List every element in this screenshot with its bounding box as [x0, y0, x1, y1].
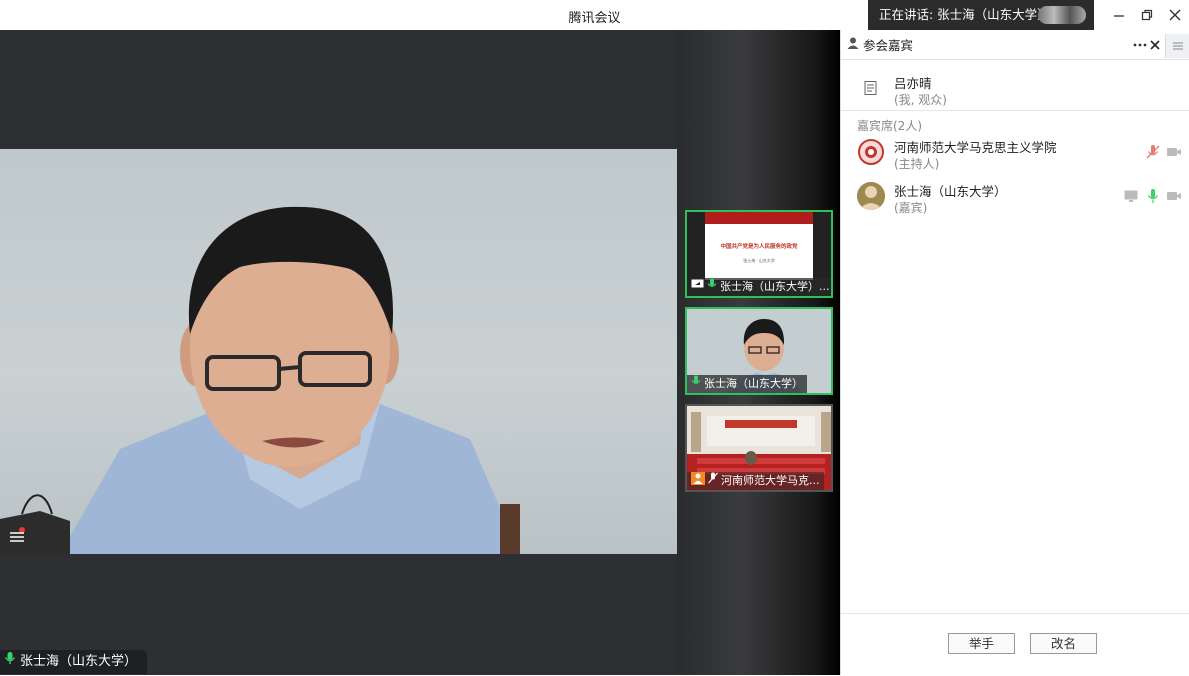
minimize-icon[interactable]	[1109, 5, 1129, 25]
thumbnail-name: 张士海（山东大学）	[704, 377, 803, 390]
speaker-label: 张士海（山东大学）	[0, 650, 148, 674]
mic-icon	[707, 278, 717, 296]
menu-icon[interactable]	[1165, 34, 1189, 58]
participants-panel: 参会嘉宾 吕亦晴 (我, 观众) 嘉宾席(2人) 河南师范大学马克思主义学院 (…	[840, 30, 1189, 675]
participant-role: (主持人)	[894, 157, 940, 171]
mic-muted-icon	[708, 472, 718, 490]
stage-menu-icon[interactable]	[8, 525, 28, 545]
person-badge-icon	[691, 472, 705, 490]
mic-icon	[691, 375, 701, 393]
speaker-video-image	[0, 206, 520, 554]
thumbnail-label-bar: 张士海（山东大学）...	[687, 278, 831, 296]
thumbnail-label-bar: 河南师范大学马克...	[687, 472, 824, 490]
speaking-avatar-blur	[1038, 6, 1086, 24]
participant-row[interactable]: 河南师范大学马克思主义学院 (主持人)	[841, 134, 1189, 178]
participant-row[interactable]: 张士海（山东大学） (嘉宾)	[841, 178, 1189, 222]
panel-footer: 举手 改名	[841, 613, 1189, 675]
participant-name: 张士海（山东大学）	[894, 184, 1007, 199]
self-participant-row[interactable]: 吕亦晴 (我, 观众)	[841, 60, 1189, 111]
slide-subtitle: 张士海 · 山东大学	[743, 258, 775, 263]
participant-name: 吕亦晴	[894, 76, 932, 91]
audience-avatar-icon	[863, 80, 879, 99]
shared-slide: 中国共产党是为人民服务的政党 张士海 · 山东大学	[705, 212, 813, 280]
screen-share-icon[interactable]	[1123, 188, 1139, 204]
panel-header: 参会嘉宾	[841, 30, 1189, 60]
rename-button[interactable]: 改名	[1030, 633, 1097, 654]
thumbnail-name: 张士海（山东大学）...	[720, 280, 830, 293]
speaking-indicator: 正在讲话: 张士海（山东大学）;	[868, 0, 1094, 30]
speaking-text: 正在讲话: 张士海（山东大学）;	[879, 7, 1054, 22]
thumbnail-screen-share[interactable]: 中国共产党是为人民服务的政党 张士海 · 山东大学 张士海（山东大学）...	[685, 210, 833, 298]
mic-icon	[4, 650, 16, 674]
mic-muted-icon[interactable]	[1145, 144, 1161, 160]
panel-title: 参会嘉宾	[863, 38, 914, 53]
main-stage: 张士海（山东大学）	[0, 30, 677, 675]
thumbnail-venue-video[interactable]: 河南师范大学马克...	[685, 404, 833, 492]
more-icon[interactable]	[1133, 36, 1147, 54]
thumbnail-column: 中国共产党是为人民服务的政党 张士海 · 山东大学 张士海（山东大学）... 张…	[677, 30, 840, 675]
section-label: 嘉宾席(2人)	[857, 119, 922, 133]
person-icon	[847, 37, 859, 52]
close-icon[interactable]	[1148, 36, 1162, 54]
participant-name: 河南师范大学马克思主义学院	[894, 140, 1057, 155]
avatar	[857, 182, 885, 210]
thumbnail-speaker-video[interactable]: 张士海（山东大学）	[685, 307, 833, 395]
slide-title: 中国共产党是为人民服务的政党	[720, 244, 798, 250]
thumbnail-label-bar: 张士海（山东大学）	[687, 375, 807, 393]
speaker-name: 张士海（山东大学）	[20, 654, 138, 669]
close-window-icon[interactable]	[1165, 5, 1185, 25]
participant-role: (嘉宾)	[894, 201, 928, 215]
raise-hand-button[interactable]: 举手	[948, 633, 1015, 654]
main-video-feed[interactable]	[0, 149, 677, 554]
camera-icon[interactable]	[1166, 188, 1182, 204]
screen-share-icon	[691, 278, 704, 296]
title-bar: 腾讯会议 正在讲话: 张士海（山东大学）;	[0, 0, 1189, 30]
participant-role: (我, 观众)	[894, 93, 947, 107]
camera-icon[interactable]	[1166, 144, 1182, 160]
avatar	[857, 138, 885, 166]
thumbnail-name: 河南师范大学马克...	[721, 474, 820, 487]
mic-icon[interactable]	[1145, 188, 1161, 204]
restore-icon[interactable]	[1137, 5, 1157, 25]
